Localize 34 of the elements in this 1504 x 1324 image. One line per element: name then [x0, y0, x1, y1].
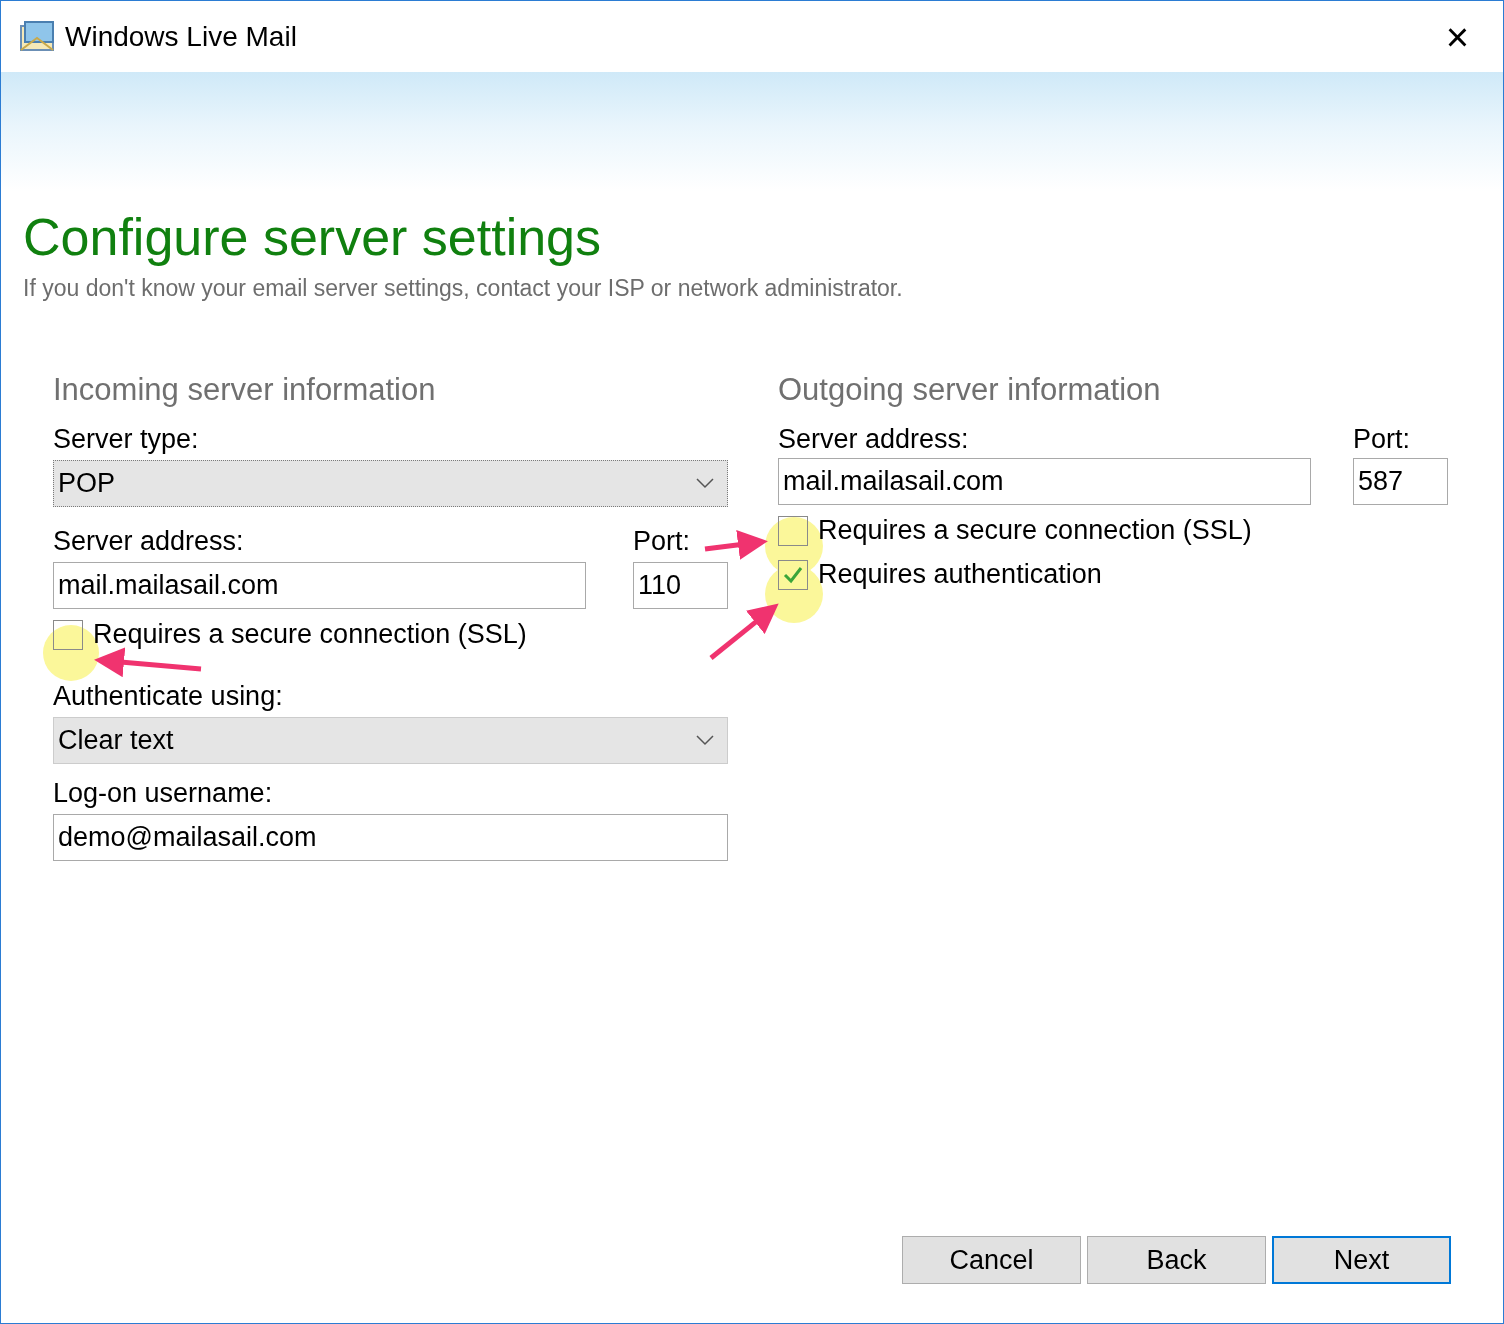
text-field[interactable]: mail.mailasail.com	[778, 457, 1311, 505]
arrow	[709, 603, 779, 660]
section-title: Outgoing server information	[778, 370, 1162, 409]
checkbox[interactable]	[778, 559, 808, 590]
field-label: Server type:	[53, 422, 199, 456]
dialog-button[interactable]: Cancel	[902, 1236, 1081, 1284]
chevron-down-icon	[695, 477, 715, 489]
dropdown[interactable]: POP	[53, 459, 728, 507]
dialog-button[interactable]: Next	[1272, 1236, 1451, 1284]
mail-app-icon	[19, 19, 57, 54]
dropdown[interactable]: Clear text	[53, 716, 728, 764]
text-field[interactable]: mail.mailasail.com	[53, 561, 586, 609]
field-label: Log-on username:	[53, 776, 273, 810]
checkbox-label: Requires a secure connection (SSL)	[93, 618, 527, 652]
text-field[interactable]: 110	[633, 561, 728, 609]
page-heading: Configure server settings	[23, 207, 603, 268]
checkbox-label: Requires authentication	[818, 558, 1102, 592]
field-label: Authenticate using:	[53, 679, 283, 713]
arrow	[704, 530, 768, 560]
field-label: Server address:	[778, 422, 969, 456]
dialog-button[interactable]: Back	[1087, 1236, 1266, 1284]
field-label: Server address:	[53, 524, 244, 558]
text-field[interactable]: 587	[1353, 457, 1448, 505]
section-title: Incoming server information	[53, 370, 437, 409]
page-subtitle: If you don't know your email server settings, contact your ISP or network administrator.	[23, 274, 904, 303]
field-label: Port:	[1353, 422, 1411, 456]
checkbox[interactable]	[53, 619, 83, 650]
field-label: Port:	[633, 524, 691, 558]
window-title: Windows Live Mail	[65, 19, 297, 54]
close-button[interactable]: ×	[1437, 16, 1477, 57]
text-field[interactable]: demo@mailasail.com	[53, 813, 728, 861]
checkbox-label: Requires a secure connection (SSL)	[818, 514, 1252, 548]
checkbox[interactable]	[778, 515, 808, 546]
chevron-down-icon	[695, 734, 715, 746]
